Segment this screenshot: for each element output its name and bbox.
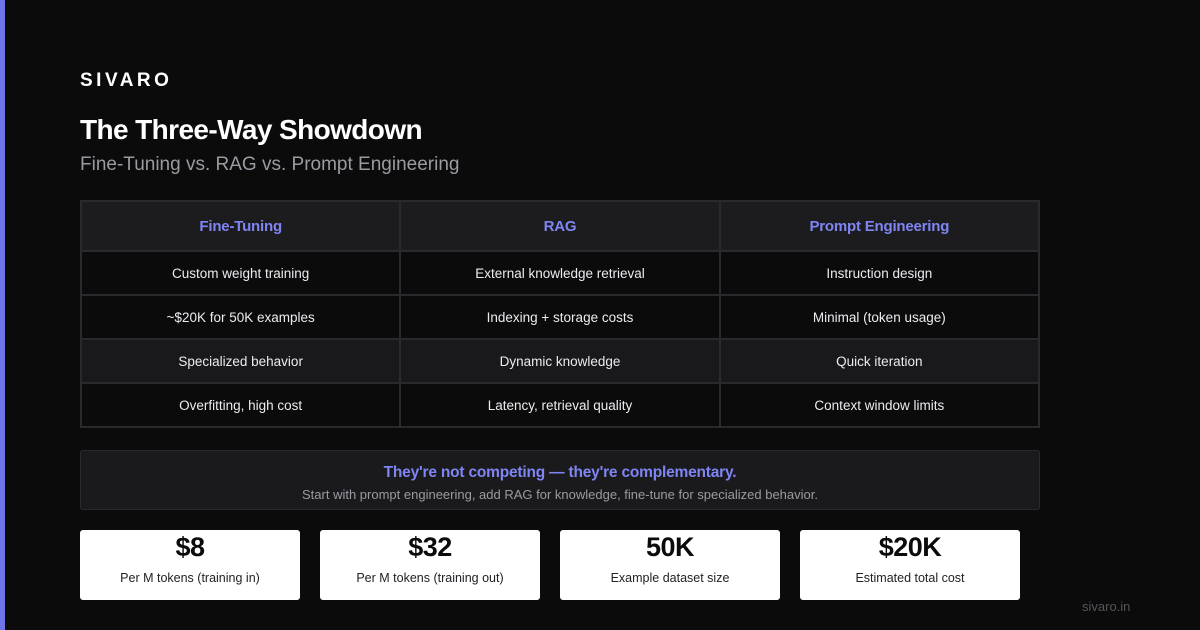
table-row: Overfitting, high cost Latency, retrieva… bbox=[79, 382, 1041, 428]
table-cell: Specialized behavior bbox=[79, 338, 402, 384]
table-row: Specialized behavior Dynamic knowledge Q… bbox=[79, 338, 1041, 384]
callout-box: They're not competing — they're compleme… bbox=[80, 450, 1040, 510]
comparison-table: Fine-Tuning RAG Prompt Engineering Custo… bbox=[79, 200, 1041, 428]
brand-logo: SIVARO bbox=[80, 70, 173, 91]
stat-value: $32 bbox=[408, 532, 452, 562]
table-cell: Quick iteration bbox=[718, 338, 1041, 384]
table-cell: ~$20K for 50K examples bbox=[79, 294, 402, 340]
accent-bar bbox=[0, 0, 5, 630]
header-rag: RAG bbox=[399, 200, 721, 252]
table-cell: Dynamic knowledge bbox=[399, 338, 721, 384]
stat-value: $20K bbox=[878, 532, 942, 562]
table-cell: Indexing + storage costs bbox=[399, 294, 721, 340]
header-prompt-engineering: Prompt Engineering bbox=[718, 200, 1041, 252]
callout-headline: They're not competing — they're compleme… bbox=[383, 464, 737, 481]
stat-value: 50K bbox=[645, 532, 695, 562]
page-subtitle: Fine-Tuning vs. RAG vs. Prompt Engineeri… bbox=[80, 154, 460, 175]
stat-label: Estimated total cost bbox=[855, 571, 965, 585]
table-cell: Minimal (token usage) bbox=[718, 294, 1041, 340]
stat-card-dataset-size: 50K Example dataset size bbox=[560, 530, 780, 600]
table-cell: Instruction design bbox=[718, 250, 1041, 296]
table-cell: Overfitting, high cost bbox=[79, 382, 402, 428]
footer-url: sivaro.in bbox=[1082, 599, 1131, 614]
stat-card-training-in: $8 Per M tokens (training in) bbox=[80, 530, 300, 600]
callout-body: Start with prompt engineering, add RAG f… bbox=[302, 487, 818, 502]
table-cell: Latency, retrieval quality bbox=[399, 382, 721, 428]
table-cell: Custom weight training bbox=[79, 250, 402, 296]
stat-label: Per M tokens (training in) bbox=[120, 571, 260, 585]
stat-card-total-cost: $20K Estimated total cost bbox=[800, 530, 1020, 600]
stat-value: $8 bbox=[175, 532, 205, 562]
stat-label: Example dataset size bbox=[610, 571, 730, 585]
header-fine-tuning: Fine-Tuning bbox=[79, 200, 402, 252]
table-cell: External knowledge retrieval bbox=[399, 250, 721, 296]
slide: SIVARO The Three-Way Showdown Fine-Tunin… bbox=[0, 0, 1200, 630]
table-row: Custom weight training External knowledg… bbox=[79, 250, 1041, 296]
table-header-row: Fine-Tuning RAG Prompt Engineering bbox=[79, 200, 1041, 252]
stat-card-training-out: $32 Per M tokens (training out) bbox=[320, 530, 540, 600]
table-cell: Context window limits bbox=[718, 382, 1041, 428]
table-row: ~$20K for 50K examples Indexing + storag… bbox=[79, 294, 1041, 340]
page-title: The Three-Way Showdown bbox=[80, 114, 423, 145]
stat-label: Per M tokens (training out) bbox=[356, 571, 504, 585]
